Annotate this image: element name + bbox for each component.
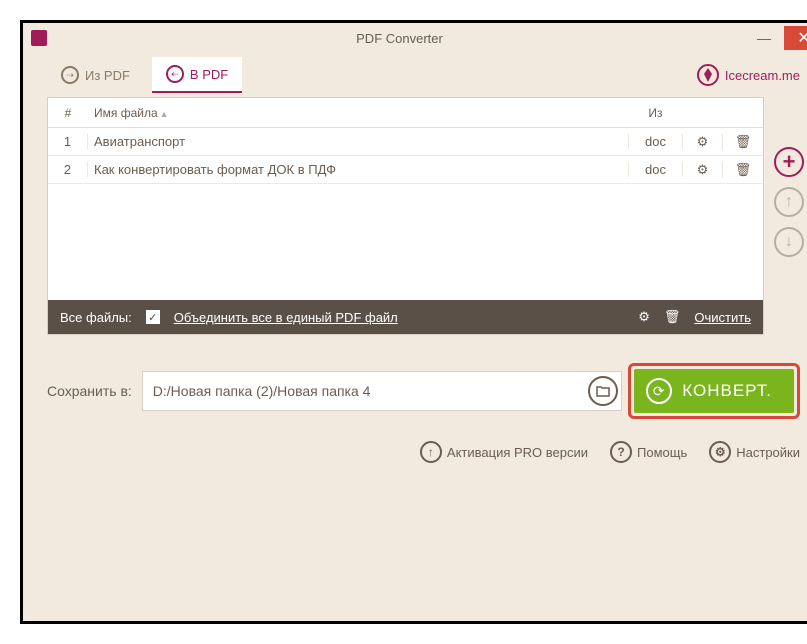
refresh-icon: ⟳ (646, 378, 672, 404)
row-settings-button[interactable]: ⚙ (683, 162, 723, 178)
icecream-label: Icecream.me (725, 68, 800, 83)
gear-icon: ⚙ (709, 441, 731, 463)
col-from[interactable]: Из (628, 106, 683, 120)
table-empty-area[interactable] (48, 184, 763, 300)
file-table: # Имя файла▲ Из 1 Авиатранспорт doc ⚙ 🗑 … (47, 97, 764, 335)
help-link[interactable]: ? Помощь (610, 441, 687, 463)
pro-link[interactable]: ↑ Активация PRO версии (420, 441, 588, 463)
pro-label: Активация PRO версии (447, 445, 588, 460)
tab-from-pdf-label: Из PDF (85, 68, 130, 83)
row-number: 2 (48, 162, 88, 177)
main-area: # Имя файла▲ Из 1 Авиатранспорт doc ⚙ 🗑 … (23, 97, 807, 335)
all-files-label: Все файлы: (60, 310, 132, 325)
trash-icon: 🗑 (664, 309, 681, 325)
move-down-button[interactable]: ↓ (774, 227, 804, 257)
convert-button[interactable]: ⟳ КОНВЕРТ. (634, 369, 794, 413)
folder-icon (596, 385, 610, 397)
table-header: # Имя файла▲ Из (48, 98, 763, 128)
app-window: PDF Converter — ✕ ⇢ Из PDF ⇠ В PDF Icecr… (20, 20, 807, 624)
add-file-button[interactable]: + (774, 147, 804, 177)
row-delete-button[interactable]: 🗑 (723, 134, 763, 150)
toolbar: ⇢ Из PDF ⇠ В PDF Icecream.me (23, 53, 807, 97)
convert-label: КОНВЕРТ. (682, 381, 772, 401)
sort-asc-icon: ▲ (160, 109, 169, 119)
col-number[interactable]: # (48, 106, 88, 120)
bottom-links: ↑ Активация PRO версии ? Помощь ⚙ Настро… (23, 431, 807, 463)
row-filename: Как конвертировать формат ДОК в ПДФ (88, 162, 628, 177)
col-filename[interactable]: Имя файла▲ (88, 106, 628, 120)
app-icon (31, 30, 47, 46)
minimize-button[interactable]: — (744, 26, 784, 50)
side-buttons: + ↑ ↓ (774, 147, 804, 257)
row-from: doc (628, 134, 683, 149)
tab-to-pdf-label: В PDF (190, 67, 228, 82)
icecream-icon (697, 64, 719, 86)
save-path-input[interactable]: D:/Новая папка (2)/Новая папка 4 (142, 371, 623, 411)
row-from: doc (628, 162, 683, 177)
close-button[interactable]: ✕ (784, 26, 807, 50)
tab-to-pdf[interactable]: ⇠ В PDF (152, 57, 242, 93)
convert-highlight: ⟳ КОНВЕРТ. (628, 363, 800, 419)
table-row[interactable]: 1 Авиатранспорт doc ⚙ 🗑 (48, 128, 763, 156)
titlebar: PDF Converter — ✕ (23, 23, 807, 53)
save-label: Сохранить в: (47, 383, 132, 399)
row-settings-button[interactable]: ⚙ (683, 134, 723, 150)
clear-link[interactable]: Очистить (694, 310, 751, 325)
footer-settings-button[interactable]: ⚙ (638, 309, 650, 325)
merge-link[interactable]: Объединить все в единый PDF файл (174, 310, 398, 325)
settings-link[interactable]: ⚙ Настройки (709, 441, 800, 463)
help-label: Помощь (637, 445, 687, 460)
table-footer: Все файлы: ✓ Объединить все в единый PDF… (48, 300, 763, 334)
row-number: 1 (48, 134, 88, 149)
from-pdf-icon: ⇢ (61, 66, 79, 84)
tab-from-pdf[interactable]: ⇢ Из PDF (47, 58, 144, 92)
row-filename: Авиатранспорт (88, 134, 628, 149)
settings-label: Настройки (736, 445, 800, 460)
table-row[interactable]: 2 Как конвертировать формат ДОК в ПДФ do… (48, 156, 763, 184)
merge-checkbox[interactable]: ✓ (146, 310, 160, 324)
to-pdf-icon: ⇠ (166, 65, 184, 83)
move-up-button[interactable]: ↑ (774, 187, 804, 217)
save-path-value: D:/Новая папка (2)/Новая папка 4 (153, 383, 371, 399)
arrow-up-icon: ↑ (420, 441, 442, 463)
window-title: PDF Converter (55, 31, 744, 46)
row-delete-button[interactable]: 🗑 (723, 162, 763, 178)
save-row: Сохранить в: D:/Новая папка (2)/Новая па… (23, 335, 807, 431)
icecream-link[interactable]: Icecream.me (697, 64, 800, 86)
question-icon: ? (610, 441, 632, 463)
